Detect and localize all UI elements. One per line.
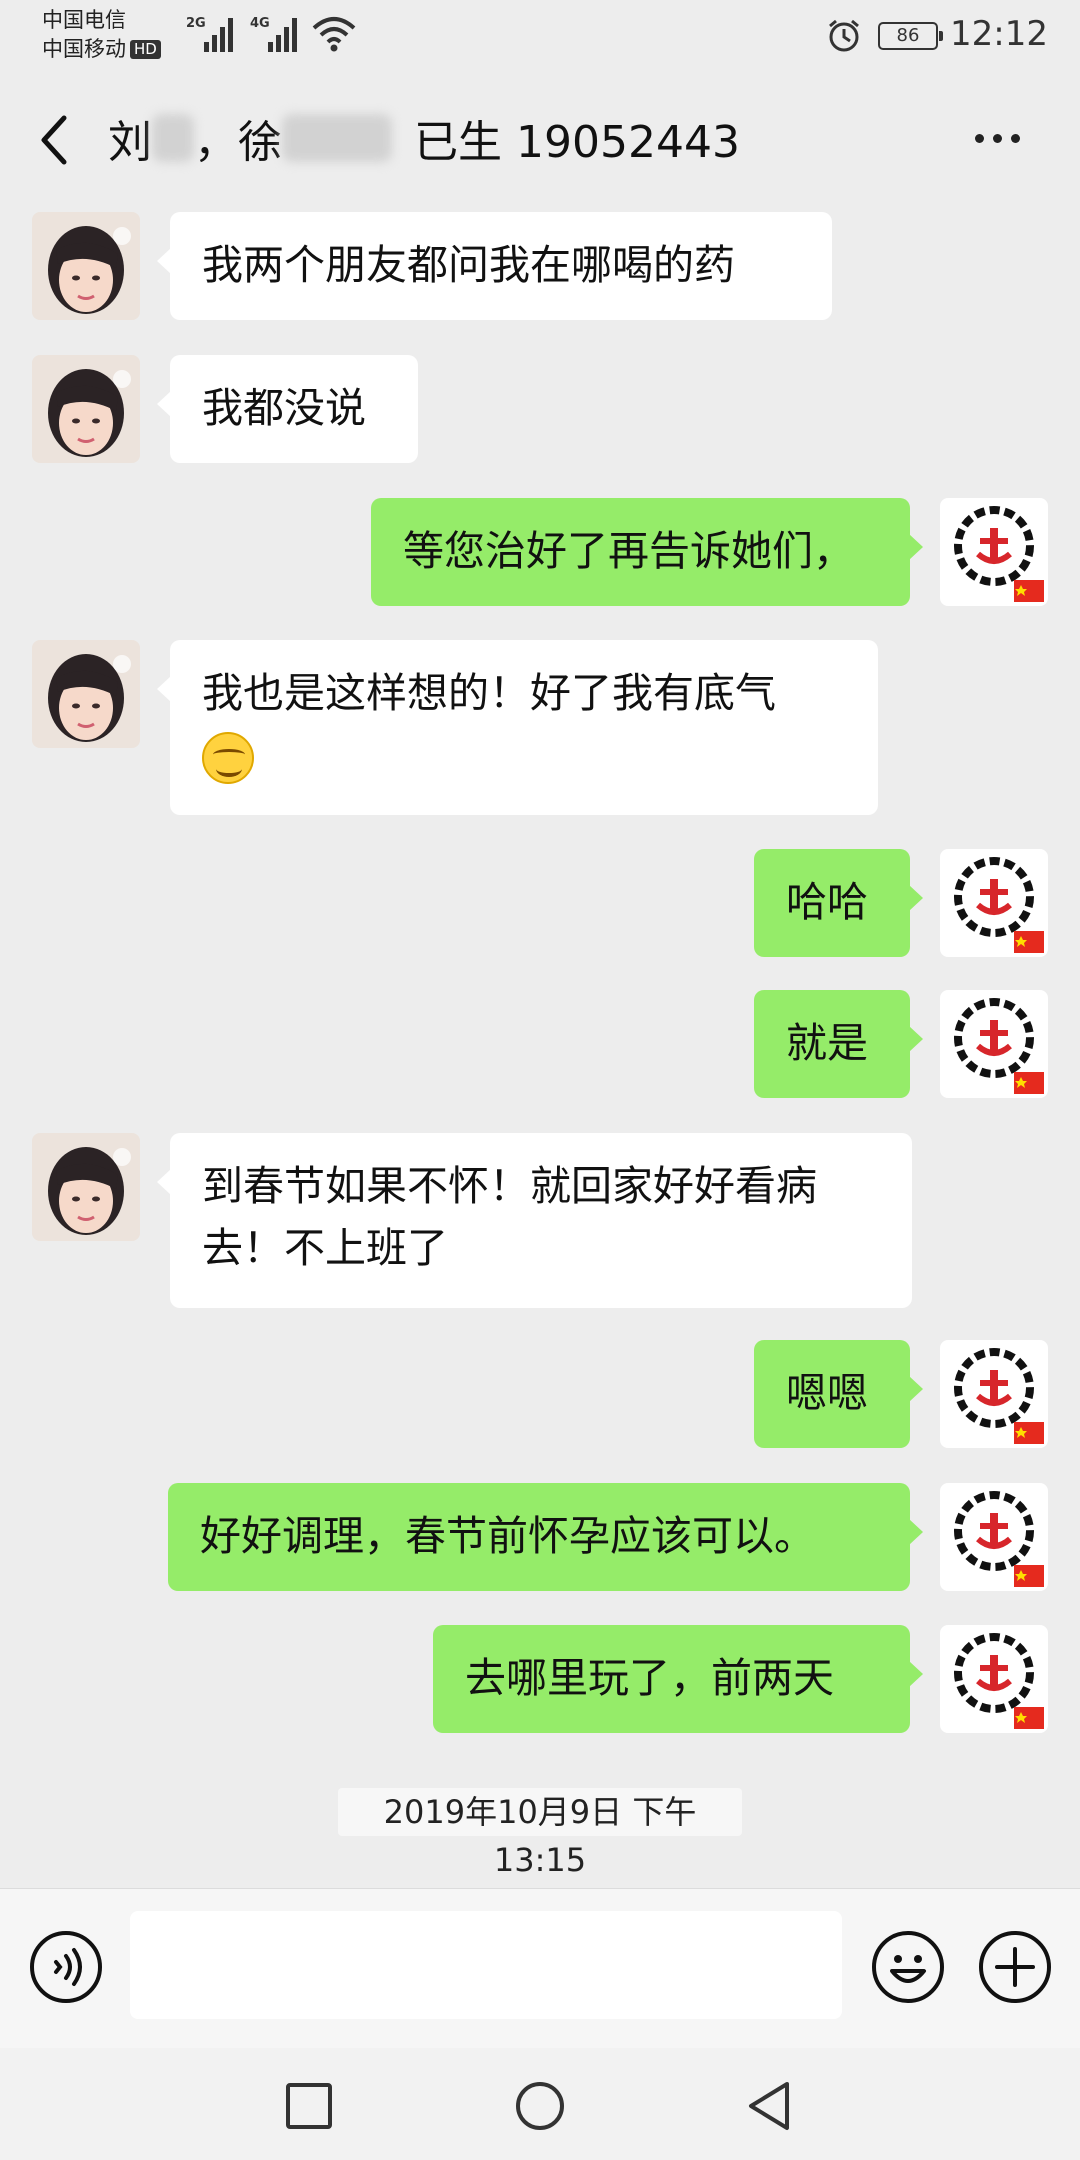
message-bubble[interactable]: 到春节如果不怀！就回家好好看病 去！不上班了 <box>157 1133 912 1308</box>
contact-avatar[interactable] <box>32 355 140 463</box>
carrier-2: 中国移动 <box>42 37 126 61</box>
signal-icon <box>268 18 297 52</box>
message-bubble[interactable]: 等您治好了再告诉她们， <box>371 498 923 606</box>
back-arrow-icon[interactable] <box>30 110 80 170</box>
status-bar: 中国电信 中国移动 HD 2G 4G 86 12:12 <box>0 0 1080 70</box>
contact-name-1: 刘 <box>108 117 152 168</box>
my-avatar[interactable] <box>940 990 1048 1098</box>
message-timestamp: 2019年10月9日 下午13:15 <box>338 1788 742 1879</box>
input-bar <box>0 1888 1080 2048</box>
back-triangle-icon[interactable] <box>739 2076 799 2136</box>
signal-icon <box>204 18 233 52</box>
message-input[interactable] <box>130 1911 842 2019</box>
message-bubble[interactable]: 我都没说 <box>157 355 418 463</box>
system-nav-bar <box>0 2048 1080 2160</box>
message-line: 到春节如果不怀！就回家好好看病 <box>202 1162 817 1210</box>
message-bubble[interactable]: 哈哈 <box>754 849 923 957</box>
carrier-1: 中国电信 <box>42 8 126 32</box>
message-bubble[interactable]: 我两个朋友都问我在哪喝的药 <box>157 212 832 320</box>
contact-avatar[interactable] <box>32 640 140 748</box>
message-line: 去！不上班了 <box>202 1224 448 1272</box>
network-4g-label: 4G <box>250 16 270 31</box>
name-separator: ， <box>194 117 238 168</box>
redacted-text <box>152 114 194 162</box>
smiling-face-emoji <box>202 732 254 784</box>
carrier-info: 中国电信 中国移动 HD <box>42 6 161 64</box>
message-bubble[interactable]: 去哪里玩了，前两天 <box>433 1625 923 1733</box>
message-bubble[interactable]: 就是 <box>754 990 923 1098</box>
contact-name-2: 徐 <box>238 117 282 168</box>
my-avatar[interactable] <box>940 1340 1048 1448</box>
recents-square-icon[interactable] <box>279 2076 339 2136</box>
contact-avatar[interactable] <box>32 1133 140 1241</box>
more-options-icon[interactable] <box>975 128 1029 147</box>
chat-header: 刘 ， 徐 已生 19052443 <box>0 70 1080 205</box>
chat-title: 刘 ， 徐 已生 19052443 <box>108 106 740 170</box>
network-2g-label: 2G <box>186 16 206 31</box>
clock: 12:12 <box>950 14 1048 54</box>
my-avatar[interactable] <box>940 849 1048 957</box>
my-avatar[interactable] <box>940 1625 1048 1733</box>
message-bubble[interactable]: 好好调理，春节前怀孕应该可以。 <box>168 1483 923 1591</box>
message-line: 我也是这样想的！好了我有底气 <box>202 669 776 717</box>
message-bubble[interactable]: 嗯嗯 <box>754 1340 923 1448</box>
redacted-text <box>282 114 392 162</box>
wifi-icon <box>312 17 356 52</box>
emoji-icon[interactable] <box>870 1929 946 2005</box>
message-bubble[interactable]: 我也是这样想的！好了我有底气 <box>157 640 878 815</box>
contact-avatar[interactable] <box>32 212 140 320</box>
add-more-icon[interactable] <box>977 1929 1053 2005</box>
my-avatar[interactable] <box>940 498 1048 606</box>
alarm-icon <box>829 19 859 52</box>
home-circle-icon[interactable] <box>510 2076 570 2136</box>
voice-input-icon[interactable] <box>28 1929 104 2005</box>
battery-indicator: 86 <box>878 22 943 50</box>
chat-title-suffix: 已生 19052443 <box>414 117 740 168</box>
my-avatar[interactable] <box>940 1483 1048 1591</box>
hd-badge: HD <box>130 40 161 59</box>
